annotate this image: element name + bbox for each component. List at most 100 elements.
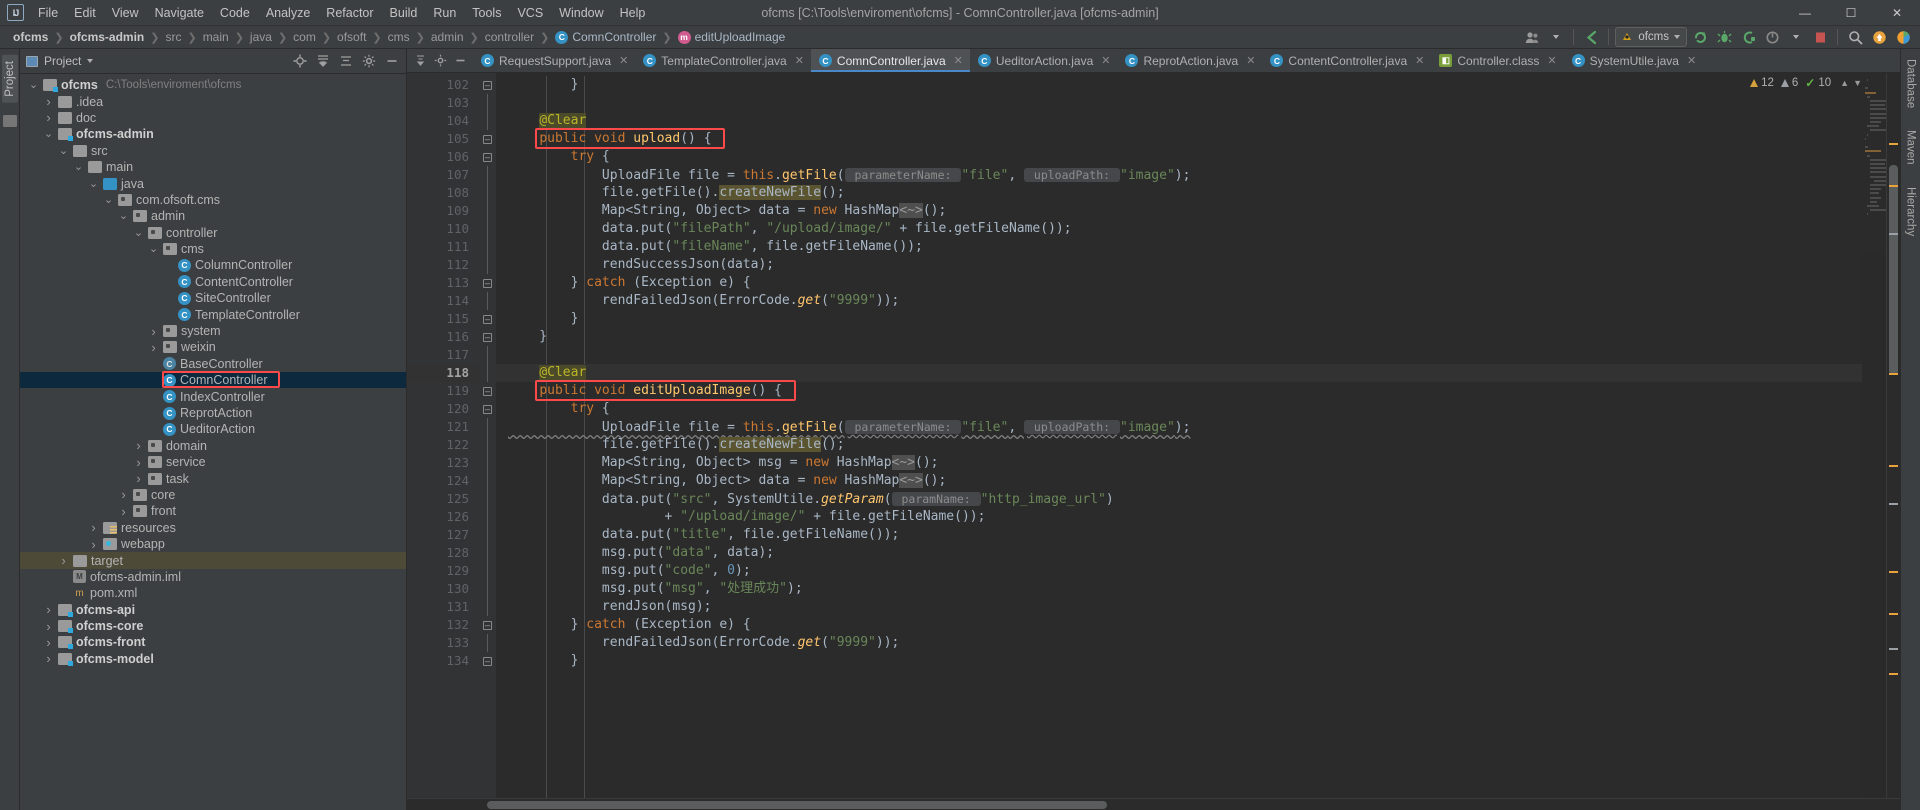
tree-node[interactable]: C ContentController xyxy=(20,274,406,290)
editor-tab[interactable]: C ContentController.java ✕ xyxy=(1262,49,1432,72)
code-line[interactable]: data.put("filePath", "/upload/image/" + … xyxy=(496,220,1862,238)
editor-tabs[interactable]: C RequestSupport.java ✕ C TemplateController… xyxy=(407,49,1900,73)
structure-icon[interactable] xyxy=(2,114,17,127)
code-editor[interactable]: } @Clear public void upload() { try { Up… xyxy=(496,73,1862,798)
settings-sphere-icon[interactable] xyxy=(1892,27,1914,47)
tree-node[interactable]: C UeditorAction xyxy=(20,421,406,437)
maximize-button[interactable]: ☐ xyxy=(1828,0,1874,26)
code-line[interactable]: } xyxy=(496,76,1862,94)
tree-node[interactable]: › ofcms-api xyxy=(20,602,406,618)
chevron-right-icon[interactable]: › xyxy=(133,455,144,470)
code-line[interactable]: Map<String, Object> data = new HashMap<~… xyxy=(496,472,1862,490)
tree-node[interactable]: C IndexController xyxy=(20,388,406,404)
editor-horizontal-scrollbar[interactable] xyxy=(407,798,1900,810)
error-marker[interactable] xyxy=(1889,648,1898,650)
chevron-down-icon[interactable]: ⌄ xyxy=(88,178,99,189)
breadcrumb-cms[interactable]: cms xyxy=(383,30,415,44)
close-icon[interactable]: ✕ xyxy=(619,54,628,67)
menu-run[interactable]: Run xyxy=(425,2,464,24)
fold-collapse-icon[interactable]: – xyxy=(483,620,492,630)
fold-collapse-icon[interactable]: – xyxy=(483,134,492,144)
editor-vertical-scrollbar[interactable] xyxy=(1887,73,1900,798)
tree-node[interactable]: ⌄ src xyxy=(20,143,406,159)
chevron-right-icon[interactable]: › xyxy=(43,635,54,650)
editor-tab[interactable]: C TemplateController.java ✕ xyxy=(635,49,811,72)
error-marker[interactable] xyxy=(1889,571,1898,573)
code-line[interactable]: UploadFile file = this.getFile( paramete… xyxy=(496,166,1862,184)
close-icon[interactable]: ✕ xyxy=(954,54,963,67)
breadcrumb-main[interactable]: main xyxy=(198,30,234,44)
close-icon[interactable]: ✕ xyxy=(1101,54,1110,67)
chevron-down-icon[interactable]: ⌄ xyxy=(58,145,69,156)
tool-window-button-hierarchy[interactable]: Hierarchy xyxy=(1903,183,1919,240)
chevron-down-icon[interactable] xyxy=(1545,27,1567,47)
code-line[interactable]: try { xyxy=(496,148,1862,166)
code-folding-column[interactable]: – – – – – – – – – – xyxy=(479,73,496,798)
tree-node[interactable]: › core xyxy=(20,487,406,503)
tree-node[interactable]: ⌄ ofcms C:\Tools\enviroment\ofcms xyxy=(20,77,406,93)
code-line[interactable]: } catch (Exception e) { xyxy=(496,616,1862,634)
expand-all-icon[interactable] xyxy=(338,53,354,69)
search-icon[interactable] xyxy=(1844,27,1866,47)
tree-node[interactable]: ⌄ com.ofsoft.cms xyxy=(20,192,406,208)
code-line[interactable]: msg.put("data", data); xyxy=(496,544,1862,562)
chevron-down-icon[interactable] xyxy=(1785,27,1807,47)
chevron-down-icon[interactable]: ▼ xyxy=(1853,78,1862,88)
stop-icon[interactable] xyxy=(1809,27,1831,47)
breadcrumb-ofcms[interactable]: ofcms xyxy=(8,30,53,44)
chevron-up-icon[interactable]: ▲ xyxy=(1840,78,1849,88)
user-icon[interactable] xyxy=(1521,27,1543,47)
error-marker[interactable] xyxy=(1889,143,1898,145)
code-line[interactable]: } xyxy=(496,328,1862,346)
menu-edit[interactable]: Edit xyxy=(66,2,104,24)
hide-panel-icon[interactable] xyxy=(384,53,400,69)
fold-marker-icon[interactable]: – xyxy=(479,400,496,418)
chevron-down-icon[interactable]: ⌄ xyxy=(43,129,54,140)
chevron-right-icon[interactable]: › xyxy=(133,438,144,453)
tree-node[interactable]: ⌄ java xyxy=(20,175,406,191)
editor-tab[interactable]: C ComnController.java ✕ xyxy=(810,49,970,72)
code-line[interactable]: data.put("src", SystemUtile.getParam( pa… xyxy=(496,490,1862,508)
editor-tab[interactable]: C RequestSupport.java ✕ xyxy=(473,49,636,72)
code-minimap[interactable] xyxy=(1862,73,1886,798)
breadcrumb-admin[interactable]: admin xyxy=(426,30,469,44)
menu-file[interactable]: File xyxy=(30,2,66,24)
chevron-right-icon[interactable]: › xyxy=(43,651,54,666)
breadcrumb-src[interactable]: src xyxy=(160,30,186,44)
code-line[interactable]: Map<String, Object> data = new HashMap<~… xyxy=(496,202,1862,220)
fold-marker-icon[interactable]: – xyxy=(479,76,496,94)
code-line[interactable]: rendJson(msg); xyxy=(496,598,1862,616)
weak-warning-count[interactable]: 6 xyxy=(1780,77,1798,89)
tree-node[interactable]: C ReprotAction xyxy=(20,405,406,421)
code-line[interactable]: Map<String, Object> msg = new HashMap<~>… xyxy=(496,454,1862,472)
gear-icon[interactable] xyxy=(361,53,377,69)
error-marker[interactable] xyxy=(1889,613,1898,615)
chevron-right-icon[interactable]: › xyxy=(58,553,69,568)
tree-node[interactable]: C SiteController xyxy=(20,290,406,306)
fold-marker-icon[interactable]: – xyxy=(479,130,496,148)
breadcrumb-java[interactable]: java xyxy=(245,30,277,44)
error-marker[interactable] xyxy=(1889,373,1898,375)
tree-node[interactable]: › system xyxy=(20,323,406,339)
chevron-right-icon[interactable]: › xyxy=(43,619,54,634)
tool-window-button-maven[interactable]: Maven xyxy=(1903,126,1919,169)
tree-node[interactable]: ⌄ ofcms-admin xyxy=(20,126,406,142)
hide-icon[interactable] xyxy=(450,49,470,72)
back-arrow-icon[interactable] xyxy=(1580,27,1602,47)
check-count[interactable]: ✓ 10 xyxy=(1805,76,1831,90)
tree-node[interactable]: › webapp xyxy=(20,536,406,552)
close-button[interactable]: ✕ xyxy=(1874,0,1920,26)
menu-help[interactable]: Help xyxy=(612,2,654,24)
tree-node[interactable]: › target xyxy=(20,552,406,569)
code-line[interactable] xyxy=(496,94,1862,112)
chevron-right-icon[interactable]: › xyxy=(43,602,54,617)
code-line[interactable]: public void upload() { xyxy=(496,130,1862,148)
chevron-down-icon[interactable]: ⌄ xyxy=(28,80,39,91)
chevron-right-icon[interactable]: › xyxy=(88,537,99,552)
code-line[interactable]: UploadFile file = this.getFile( paramete… xyxy=(496,418,1862,436)
code-line[interactable]: file.getFile().createNewFile(); xyxy=(496,184,1862,202)
code-line[interactable] xyxy=(496,346,1862,364)
tree-node[interactable]: C ComnController xyxy=(20,372,406,389)
code-line[interactable]: rendSuccessJson(data); xyxy=(496,256,1862,274)
close-icon[interactable]: ✕ xyxy=(1687,54,1696,67)
